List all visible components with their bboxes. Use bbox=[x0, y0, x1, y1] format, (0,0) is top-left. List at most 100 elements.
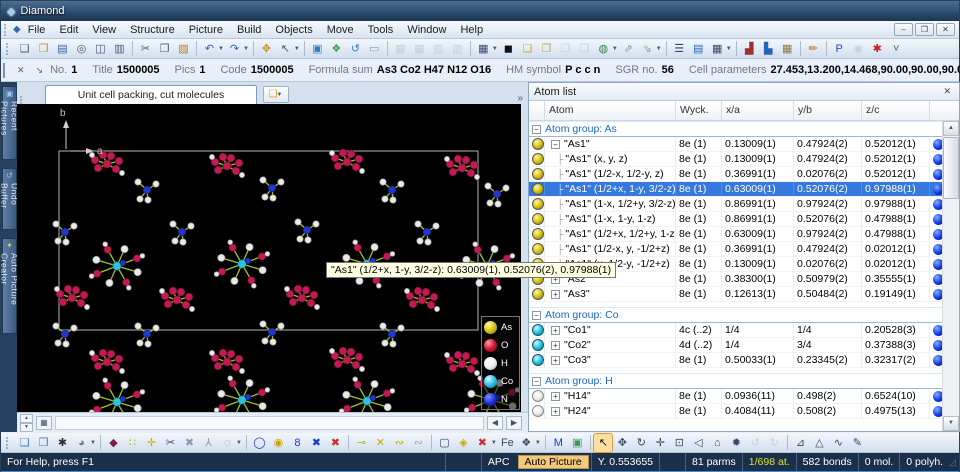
data-sheet-icon[interactable]: ▦ bbox=[778, 40, 796, 58]
expand-icon[interactable]: + bbox=[551, 290, 560, 299]
grid-options-dropdown-icon[interactable]: ▼ bbox=[492, 46, 498, 52]
export-picture-icon[interactable]: ⇘ bbox=[638, 40, 656, 58]
collapse-icon[interactable]: − bbox=[532, 377, 541, 386]
column-header-yb[interactable]: y/b bbox=[794, 101, 862, 120]
sidebar-tab-recent-pictures[interactable]: ▣Recent Pictures bbox=[2, 86, 17, 160]
blank-picture-icon[interactable]: ▭ bbox=[365, 40, 383, 58]
table-row[interactable]: ├"As1" (1-x, 1/2+y, 3/2-z)8e (1)0.86991(… bbox=[529, 197, 942, 212]
page-left-icon[interactable]: ◀ bbox=[487, 416, 503, 430]
menu-item-file[interactable]: File bbox=[21, 23, 53, 37]
table-row[interactable]: ├"As1" (1/2+x, 1/2+y, 1-z)8e (1)0.63009(… bbox=[529, 227, 942, 242]
zoom-window-tool-icon[interactable]: ⊡ bbox=[670, 434, 688, 452]
powder-pattern-icon[interactable]: ▙ bbox=[759, 40, 777, 58]
list-pane-icon[interactable]: ☰ bbox=[670, 40, 688, 58]
scroll-up-icon[interactable]: ▲ bbox=[943, 121, 959, 136]
add-atom-group-icon[interactable]: ∷ bbox=[123, 434, 141, 452]
picture-spinner[interactable]: ▲▼ bbox=[20, 414, 33, 432]
measure-torsion-icon[interactable]: ∿ bbox=[829, 434, 847, 452]
panel-close-icon[interactable]: ✕ bbox=[940, 86, 954, 97]
add-atom-icon[interactable]: ◆ bbox=[104, 434, 122, 452]
menu-item-picture[interactable]: Picture bbox=[182, 23, 230, 37]
table-pane-icon[interactable]: ▦ bbox=[708, 40, 726, 58]
structure-canvas[interactable]: b a AsOHCoN bbox=[17, 104, 521, 412]
picture-grid-icon[interactable]: ▦ bbox=[36, 416, 52, 430]
new-picture-button[interactable]: ❏▼ bbox=[263, 86, 289, 103]
find-icon[interactable]: ◎ bbox=[73, 40, 91, 58]
atom-group-header[interactable]: −Atom group: As bbox=[529, 121, 942, 137]
toolbar-options-icon[interactable]: ˅ bbox=[887, 40, 905, 58]
table-row[interactable]: ├"As1" (1/2+x, 1-y, 3/2-z)8e (1)0.63009(… bbox=[529, 182, 942, 197]
select-mode-dropdown-icon[interactable]: ▼ bbox=[294, 46, 300, 52]
table-row[interactable]: +"H14"8e (1)0.0936(11)0.498(2)0.6524(10) bbox=[529, 389, 942, 404]
destroy-tool-dropdown-icon[interactable]: ▼ bbox=[491, 440, 497, 446]
table-row[interactable]: ├"As1" (1-x, 1-y, 1-z)8e (1)0.86991(1)0.… bbox=[529, 212, 942, 227]
picture-viewer-icon[interactable]: ▣ bbox=[568, 434, 586, 452]
print-preview-icon[interactable]: ◫ bbox=[92, 40, 110, 58]
web-export-dropdown-icon[interactable]: ▼ bbox=[612, 46, 618, 52]
sidebar-tab-auto-picture-creator[interactable]: ✦Auto Picture Creator bbox=[2, 238, 17, 334]
menu-item-objects[interactable]: Objects bbox=[268, 23, 319, 37]
m-tool-icon[interactable]: M bbox=[549, 434, 567, 452]
new-document-icon[interactable]: ❏ bbox=[16, 40, 34, 58]
page-right-icon[interactable]: ▶ bbox=[506, 416, 522, 430]
picture-settings-icon[interactable]: ❐ bbox=[35, 434, 53, 452]
create-bond-icon[interactable]: ⊸ bbox=[352, 434, 370, 452]
cut-icon[interactable]: ✂ bbox=[137, 40, 155, 58]
expand-icon[interactable]: + bbox=[551, 392, 560, 401]
expand-dataset-icon[interactable]: ↘ bbox=[32, 64, 48, 77]
column-header-wyck[interactable]: Wyck. bbox=[676, 101, 722, 120]
table-row[interactable]: ├"As1" (1/2-x, y, -1/2+z)8e (1)0.36991(1… bbox=[529, 242, 942, 257]
open-document-icon[interactable]: ❒ bbox=[35, 40, 53, 58]
redo-icon[interactable]: ↷ bbox=[225, 40, 243, 58]
break-bonds-icon[interactable]: ✖ bbox=[307, 434, 325, 452]
connect-atoms-icon[interactable]: ✖ bbox=[180, 434, 198, 452]
copy-picture-tool-icon[interactable]: ❏ bbox=[16, 434, 34, 452]
table-row[interactable]: +"Co2"4d (..2)1/43/40.37388(3) bbox=[529, 338, 942, 353]
collapse-icon[interactable]: − bbox=[532, 125, 541, 134]
column-header-atom[interactable]: Atom bbox=[545, 101, 676, 120]
redo-dropdown-icon[interactable]: ▼ bbox=[243, 46, 249, 52]
destroy-tool-icon[interactable]: ✖ bbox=[473, 434, 491, 452]
table-row[interactable]: +"Co3"8e (1)0.50033(1)0.23345(2)0.32317(… bbox=[529, 353, 942, 368]
translate-tool-icon[interactable]: ✛ bbox=[651, 434, 669, 452]
paste-icon[interactable]: ▧ bbox=[175, 40, 193, 58]
undo-dropdown-icon[interactable]: ▼ bbox=[218, 46, 224, 52]
distance-histogram-icon[interactable]: ▟ bbox=[740, 40, 758, 58]
unit-cell-tool-icon[interactable]: ▢ bbox=[435, 434, 453, 452]
save-document-icon[interactable]: ▤ bbox=[54, 40, 72, 58]
select-mode-icon[interactable]: ↖ bbox=[276, 40, 294, 58]
measure-angle-icon[interactable]: △ bbox=[810, 434, 828, 452]
hbond-donor-icon[interactable]: ∾ bbox=[390, 434, 408, 452]
ring-tool-icon[interactable]: 8 bbox=[288, 434, 306, 452]
split-pane-icon[interactable]: ▤ bbox=[689, 40, 707, 58]
picture-wizard-icon[interactable]: ❖ bbox=[327, 40, 345, 58]
minimize-button[interactable]: – bbox=[894, 23, 913, 36]
spin-up-icon[interactable]: ▲ bbox=[20, 414, 33, 423]
coordination-dropdown-icon[interactable]: ▼ bbox=[236, 440, 242, 446]
atom-group-header[interactable]: −Atom group: H bbox=[529, 373, 942, 389]
grid-options-icon[interactable]: ▦ bbox=[474, 40, 492, 58]
fill-cell-icon[interactable]: ◈ bbox=[454, 434, 472, 452]
menu-item-move[interactable]: Move bbox=[320, 23, 361, 37]
hbond-acceptor-icon[interactable]: ∾ bbox=[409, 434, 427, 452]
menu-item-view[interactable]: View bbox=[85, 23, 123, 37]
fragment-tool-icon[interactable]: ⅄ bbox=[199, 434, 217, 452]
expand-icon[interactable]: + bbox=[551, 326, 560, 335]
print-icon[interactable]: ▥ bbox=[111, 40, 129, 58]
atom-list-scrollbar[interactable]: ▲ ▼ bbox=[942, 121, 959, 431]
packing-tool-dropdown-icon[interactable]: ▼ bbox=[535, 440, 541, 446]
fe-bond-tool-icon[interactable]: Fe bbox=[498, 434, 516, 452]
menu-item-structure[interactable]: Structure bbox=[123, 23, 182, 37]
polyhedron-filled-icon[interactable]: ◉ bbox=[269, 434, 287, 452]
spin-down-icon[interactable]: ▼ bbox=[20, 423, 33, 432]
picture-scroll-track[interactable] bbox=[55, 416, 484, 430]
atom-group-header[interactable]: −Atom group: Co bbox=[529, 307, 942, 323]
column-header-zc[interactable]: z/c bbox=[862, 101, 930, 120]
table-row[interactable]: +"H24"8e (1)0.4084(11)0.508(2)0.4975(13) bbox=[529, 404, 942, 419]
sidebar-tab-undo-buffer[interactable]: ↺Undo Buffer bbox=[2, 168, 17, 230]
new-picture-icon[interactable]: ▣ bbox=[308, 40, 326, 58]
coordination-icon[interactable]: ◌ bbox=[218, 434, 236, 452]
restore-button[interactable]: ❐ bbox=[915, 23, 934, 36]
pointer-tool-icon[interactable]: ↖ bbox=[594, 434, 612, 452]
close-dataset-icon[interactable]: ✕ bbox=[13, 64, 29, 77]
